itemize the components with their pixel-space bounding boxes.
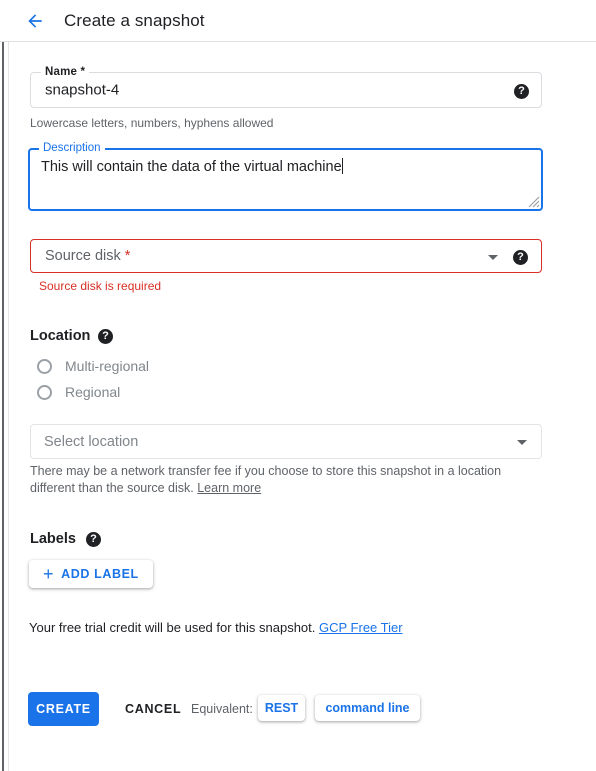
back-button[interactable] xyxy=(22,8,48,34)
gcp-free-tier-link[interactable]: GCP Free Tier xyxy=(319,620,403,635)
radio-circle-icon[interactable] xyxy=(37,358,52,374)
name-input[interactable]: snapshot-4 xyxy=(45,82,119,99)
radio-label-regional: Regional xyxy=(65,384,121,400)
arrow-left-icon xyxy=(25,11,45,31)
page-title: Create a snapshot xyxy=(64,10,205,30)
form-content: Name * snapshot-4 ? Lowercase letters, n… xyxy=(9,42,596,771)
location-note-text: There may be a network transfer fee if y… xyxy=(30,464,502,495)
source-disk-chevron-down-icon[interactable] xyxy=(488,255,498,260)
location-note: There may be a network transfer fee if y… xyxy=(30,463,510,497)
add-label-button-text: ADD LABEL xyxy=(61,567,139,581)
learn-more-link[interactable]: Learn more xyxy=(197,481,261,495)
free-trial-note: Your free trial credit will be used for … xyxy=(29,620,403,635)
source-disk-select[interactable]: Source disk * ? xyxy=(30,239,542,273)
location-help-icon[interactable]: ? xyxy=(98,329,113,344)
text-caret xyxy=(341,158,343,174)
command-line-button[interactable]: command line xyxy=(315,695,420,721)
radio-label-multi-regional: Multi-regional xyxy=(65,358,150,374)
source-disk-help-icon[interactable]: ? xyxy=(513,250,528,265)
radio-circle-icon[interactable] xyxy=(37,384,52,400)
location-section-title: Location xyxy=(30,328,91,344)
description-field-label: Description xyxy=(39,141,105,155)
description-textarea[interactable]: This will contain the data of the virtua… xyxy=(41,158,343,175)
labels-section-title: Labels xyxy=(30,531,76,547)
add-label-button[interactable]: + ADD LABEL xyxy=(29,560,153,588)
equivalent-label: Equivalent: xyxy=(191,702,253,716)
plus-icon: + xyxy=(43,564,55,584)
source-disk-placeholder: Source disk * xyxy=(45,248,131,264)
create-snapshot-page: Create a snapshot Name * snapshot-4 ? Lo… xyxy=(0,0,596,771)
name-field-label: Name * xyxy=(41,65,90,79)
name-field-hint: Lowercase letters, numbers, hyphens allo… xyxy=(30,116,274,130)
source-disk-error: Source disk is required xyxy=(39,279,162,293)
name-help-icon[interactable]: ? xyxy=(514,84,529,99)
location-select[interactable]: Select location xyxy=(30,424,542,459)
labels-help-icon[interactable]: ? xyxy=(86,532,101,547)
description-field[interactable]: Description This will contain the data o… xyxy=(28,141,543,211)
name-field[interactable]: Name * snapshot-4 ? xyxy=(30,65,542,108)
radio-multi-regional[interactable]: Multi-regional xyxy=(37,358,149,374)
rest-button[interactable]: REST xyxy=(258,695,305,721)
create-button[interactable]: CREATE xyxy=(28,692,99,726)
cancel-button[interactable]: CANCEL xyxy=(117,692,189,726)
location-chevron-down-icon[interactable] xyxy=(517,440,527,445)
page-header: Create a snapshot xyxy=(0,0,596,42)
radio-regional[interactable]: Regional xyxy=(37,384,120,400)
free-trial-note-text: Your free trial credit will be used for … xyxy=(29,620,319,635)
panel-edge-bar xyxy=(2,42,4,771)
resize-grip-icon[interactable] xyxy=(526,194,540,208)
location-select-placeholder: Select location xyxy=(44,433,139,450)
